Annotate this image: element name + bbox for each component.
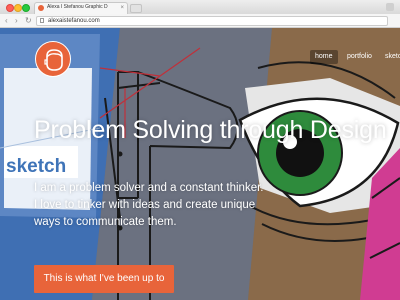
back-button[interactable]: ‹: [5, 15, 8, 26]
tab-strip: Alexa I Stefanou Graphic D ×: [0, 0, 400, 14]
tab-title: Alexa I Stefanou Graphic D: [47, 4, 108, 10]
address-bar[interactable]: alexaistefanou.com: [36, 16, 388, 26]
intro-line: I am a problem solver and a constant thi…: [34, 182, 264, 194]
nav-item-sketch[interactable]: sketch: [380, 50, 400, 64]
web-page: sketch home portfolio sketc Problem Solv…: [0, 28, 400, 300]
site-logo[interactable]: [35, 41, 71, 77]
browser-window: Alexa I Stefanou Graphic D × ‹ › ↻ alexa…: [0, 0, 400, 300]
browser-toolbar: ‹ › ↻ alexaistefanou.com: [0, 14, 400, 37]
hero-headline: Problem Solving through Design: [34, 116, 387, 144]
browser-tab[interactable]: Alexa I Stefanou Graphic D ×: [34, 2, 128, 14]
tab-close-icon[interactable]: ×: [120, 4, 124, 12]
new-tab-button[interactable]: [130, 4, 142, 13]
url-text[interactable]: alexaistefanou.com: [48, 17, 100, 26]
intro-line: I love to tinker with ideas and create u…: [34, 199, 256, 211]
intro-line: ways to communicate them.: [34, 216, 177, 228]
hero-intro: I am a problem solver and a constant thi…: [34, 180, 304, 231]
portfolio-cta-button[interactable]: This is what I've been up to: [34, 265, 174, 293]
forward-button[interactable]: ›: [15, 15, 18, 26]
maximize-window-button[interactable]: [22, 4, 30, 12]
favicon-icon: [38, 5, 44, 11]
reload-button[interactable]: ↻: [25, 15, 32, 26]
nav-item-home[interactable]: home: [310, 50, 338, 64]
background-sketch-word: sketch: [6, 156, 66, 177]
nav-item-portfolio[interactable]: portfolio: [342, 50, 377, 64]
page-icon: [40, 18, 44, 23]
profile-icon[interactable]: [386, 3, 394, 11]
close-window-button[interactable]: [6, 4, 14, 12]
face-logo-icon: [44, 49, 63, 71]
minimize-window-button[interactable]: [14, 4, 22, 12]
